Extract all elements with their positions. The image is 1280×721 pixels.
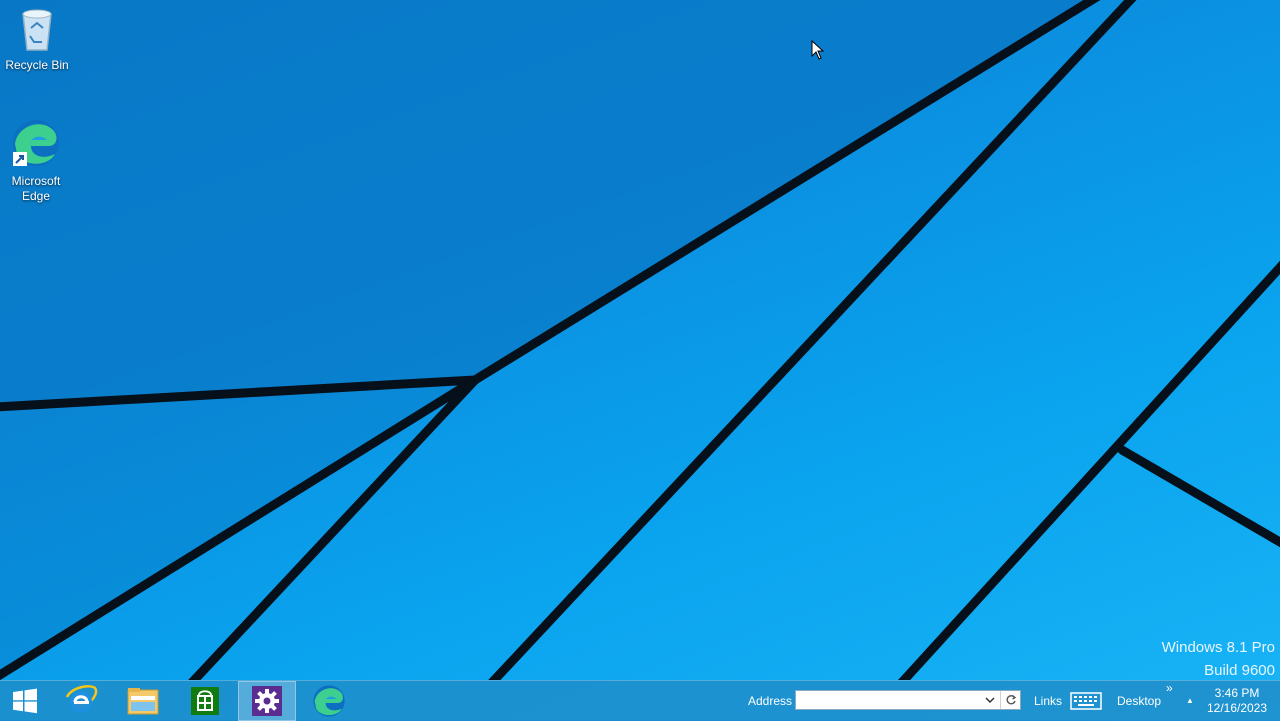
edge-icon xyxy=(0,118,72,172)
start-button[interactable] xyxy=(0,681,50,721)
keyboard-icon xyxy=(1070,692,1102,710)
touch-keyboard-button[interactable] xyxy=(1070,691,1102,711)
taskbar-clock[interactable]: 3:46 PM 12/16/2023 xyxy=(1200,681,1274,721)
taskbar-microsoft-edge[interactable] xyxy=(301,681,357,721)
refresh-icon xyxy=(1006,694,1017,705)
desktop-icon-microsoft-edge[interactable]: Microsoft Edge xyxy=(0,118,72,204)
taskbar-settings[interactable] xyxy=(238,681,296,721)
windows-logo-icon xyxy=(13,688,37,714)
taskbar: Address Links Desktop » ▲ 3:46 PM 12/16/… xyxy=(0,680,1280,721)
desktop-icon-recycle-bin[interactable]: Recycle Bin xyxy=(0,6,74,73)
recycle-bin-label: Recycle Bin xyxy=(5,58,69,72)
clock-time: 3:46 PM xyxy=(1214,686,1260,700)
address-input[interactable] xyxy=(796,691,986,709)
settings-gear-icon xyxy=(252,686,282,716)
chevron-down-icon xyxy=(985,697,995,704)
recycle-bin-icon xyxy=(0,6,74,56)
address-dropdown-button[interactable] xyxy=(982,691,998,709)
links-toolbar-label[interactable]: Links xyxy=(1034,681,1062,721)
edge-icon xyxy=(313,685,345,717)
watermark-edition: Windows 8.1 Pro xyxy=(1161,639,1275,656)
desktop[interactable]: Recycle Bin Microsoft Edge Windows 8.1 P… xyxy=(0,0,1280,680)
taskbar-file-explorer[interactable] xyxy=(115,681,171,721)
address-toolbar-label: Address xyxy=(748,694,793,708)
microsoft-edge-label: Microsoft Edge xyxy=(11,174,61,203)
toolbar-overflow-chevron-icon[interactable]: » xyxy=(1166,681,1173,695)
mouse-cursor-icon xyxy=(811,40,825,60)
internet-explorer-icon xyxy=(65,685,98,713)
clock-date: 12/16/2023 xyxy=(1206,701,1268,715)
file-explorer-icon xyxy=(127,688,159,715)
watermark-build: Build 9600 xyxy=(1204,662,1275,679)
wallpaper xyxy=(0,0,1280,680)
taskbar-store[interactable] xyxy=(177,681,233,721)
taskbar-internet-explorer[interactable] xyxy=(53,681,109,721)
store-icon xyxy=(191,687,219,715)
desktop-toolbar-label[interactable]: Desktop xyxy=(1117,681,1161,721)
tray-show-hidden-icons-button[interactable]: ▲ xyxy=(1186,681,1194,721)
address-refresh-button[interactable] xyxy=(1000,691,1021,709)
address-bar xyxy=(795,690,1021,710)
windows-version-watermark: Windows 8.1 Pro Build 9600 xyxy=(1162,636,1275,680)
